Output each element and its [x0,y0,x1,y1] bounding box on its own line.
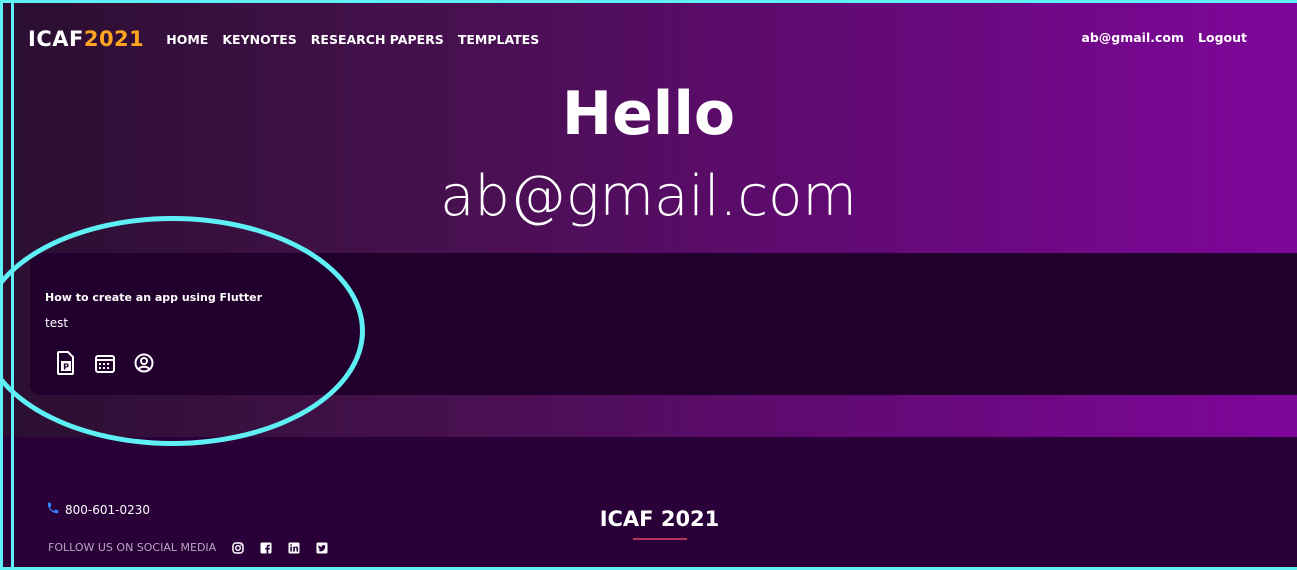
nav-templates-link[interactable]: TEMPLATES [458,32,539,47]
paper-card-description: test [45,316,69,330]
instagram-icon[interactable] [232,541,244,554]
footer-title: ICAF 2021 [599,507,720,531]
footer-title-underline [633,538,687,540]
hero-section: ICAF2021 HOME KEYNOTES RESEARCH PAPERS T… [0,0,1297,437]
user-circle-icon[interactable] [134,351,154,375]
logout-link[interactable]: Logout [1198,30,1247,45]
twitter-icon[interactable] [316,542,328,554]
social-follow: FOLLOW US ON SOCIAL MEDIA [48,541,328,554]
document-p-icon[interactable]: P [56,351,76,375]
hero-user-email: ab@gmail.com [440,164,857,229]
brand-logo[interactable]: ICAF2021 [28,27,144,51]
linkedin-icon[interactable] [288,542,300,554]
nav-home-link[interactable]: HOME [166,32,208,47]
facebook-icon[interactable] [260,542,272,554]
nav-user-email[interactable]: ab@gmail.com [1081,30,1184,45]
brand-prefix: ICAF [28,27,84,51]
brand-year: 2021 [83,27,145,51]
top-nav: ICAF2021 HOME KEYNOTES RESEARCH PAPERS T… [28,22,539,56]
nav-research-papers-link[interactable]: RESEARCH PAPERS [311,32,444,47]
paper-card-title: How to create an app using Flutter [45,291,263,304]
screenshot-frame-left [11,0,14,570]
follow-label: FOLLOW US ON SOCIAL MEDIA [48,541,217,554]
calendar-icon[interactable] [95,351,115,375]
footer: 800-601-0230 FOLLOW US ON SOCIAL MEDIA I… [0,437,1297,570]
svg-text:P: P [63,363,69,372]
greeting-heading: Hello [561,79,736,149]
paper-card: How to create an app using Flutter test … [30,253,1297,395]
nav-keynotes-link[interactable]: KEYNOTES [222,32,296,47]
